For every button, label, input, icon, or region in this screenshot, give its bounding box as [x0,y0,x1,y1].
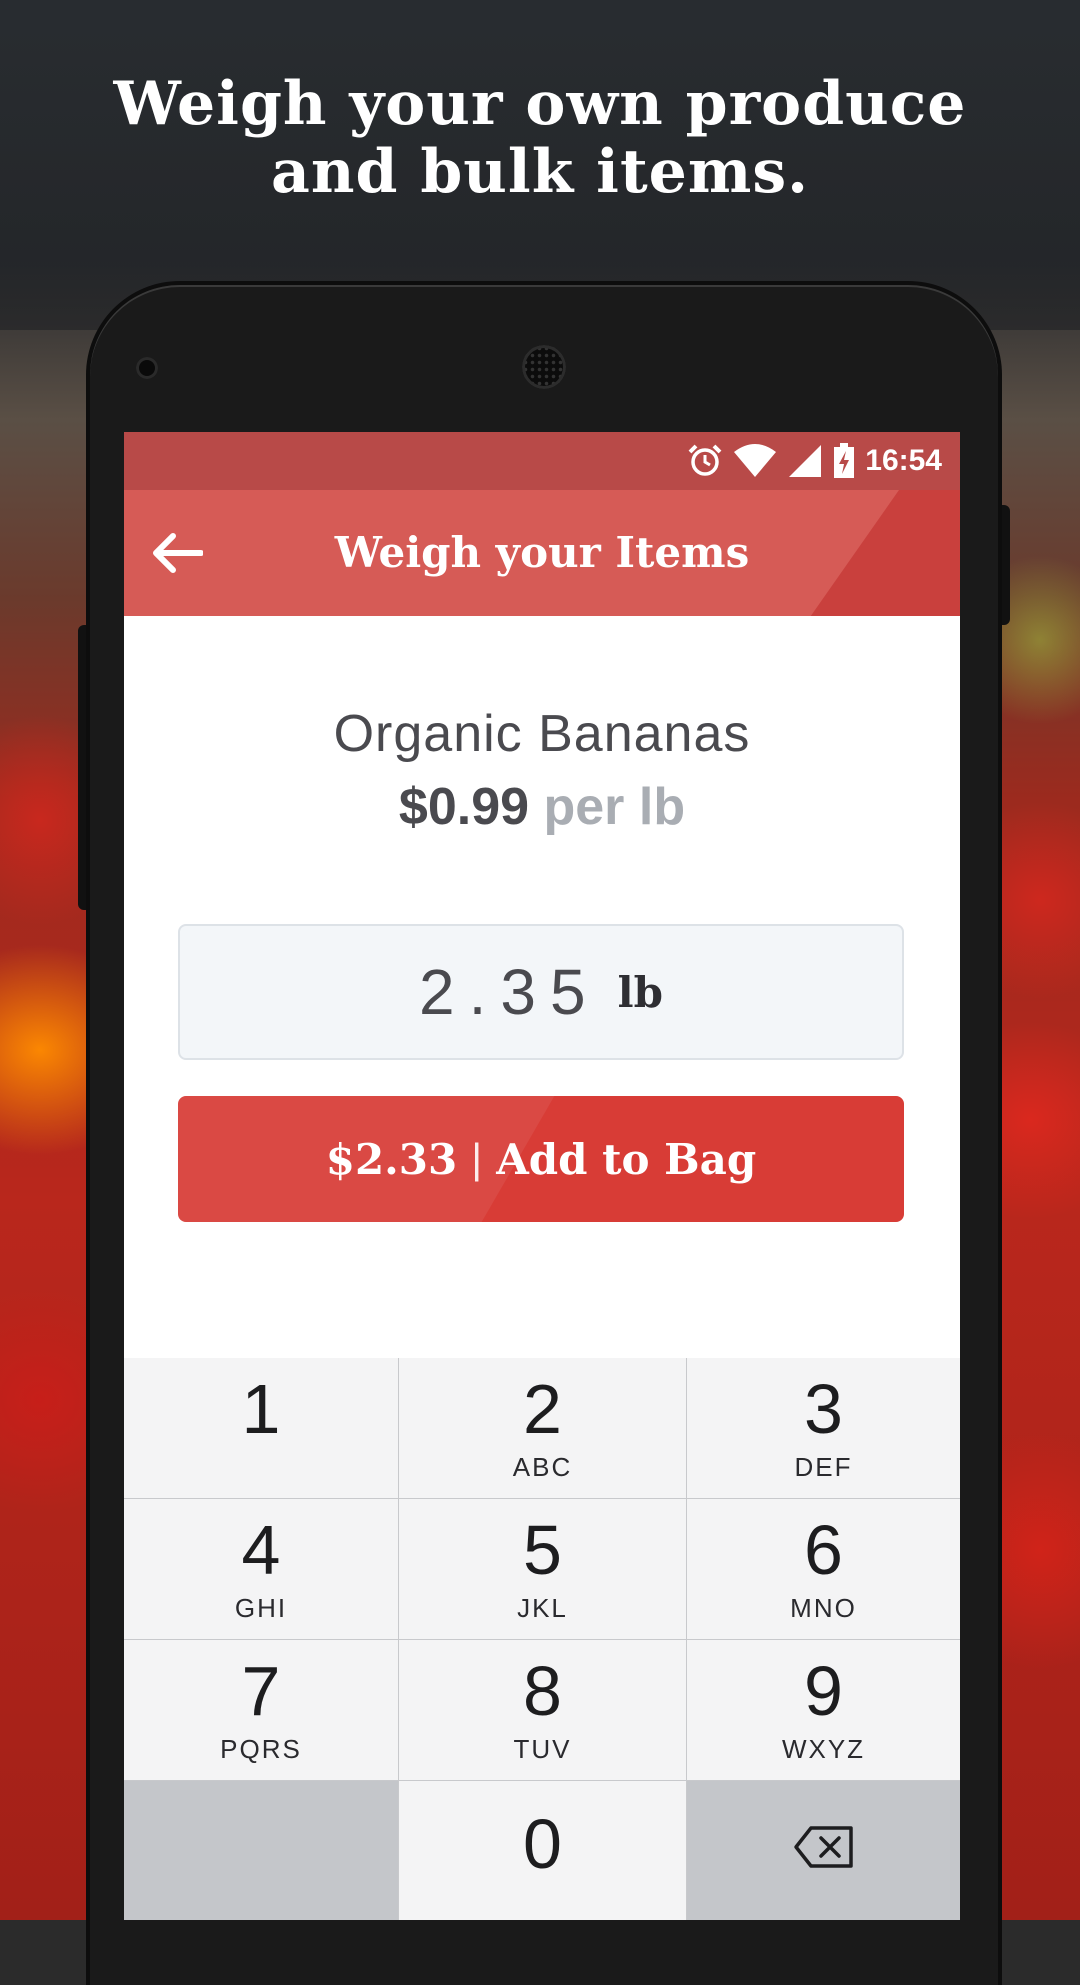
key-1[interactable]: 1 [124,1358,399,1499]
weight-input[interactable]: 2.35 lb [178,924,904,1060]
key-8[interactable]: 8 TUV [399,1640,687,1781]
key-letters: TUV [513,1734,572,1764]
page-title: Weigh your Items [334,528,750,577]
key-6[interactable]: 6 MNO [687,1499,960,1640]
key-number: 4 [241,1511,281,1589]
weight-unit: lb [617,967,663,1017]
key-number: 3 [804,1370,843,1448]
status-time: 16:54 [865,444,942,477]
key-5[interactable]: 5 JKL [399,1499,687,1640]
headline-line-1: Weigh your own produce [113,69,967,139]
key-number: 1 [241,1370,281,1448]
add-to-bag-label: Add to Bag [496,1134,757,1184]
back-arrow-icon [153,533,203,573]
phone-power-button [1000,505,1010,625]
alarm-icon [688,444,722,476]
key-2[interactable]: 2 ABC [399,1358,687,1499]
key-4[interactable]: 4 GHI [124,1499,399,1640]
app-bar: Weigh your Items [124,490,960,616]
button-separator: | [471,1135,483,1182]
key-letters: MNO [790,1593,857,1623]
key-number: 5 [523,1511,562,1589]
headline-line-2: and bulk items. [270,137,809,207]
key-3[interactable]: 3 DEF [687,1358,960,1499]
key-letters: GHI [234,1593,288,1623]
backspace-icon [793,1826,853,1868]
key-letters: ABC [512,1452,573,1482]
key-letters: JKL [517,1593,568,1623]
key-number: 2 [523,1370,562,1448]
phone-screen: 16:54 Weigh your Items Organic Bananas $… [124,432,960,1920]
price-unit: per lb [543,778,686,836]
key-number: 6 [804,1511,843,1589]
earpiece-speaker [522,345,566,389]
key-number: 0 [523,1805,562,1883]
key-7[interactable]: 7 PQRS [124,1640,399,1781]
key-letters: WXYZ [781,1734,866,1764]
status-icons: 16:54 [687,432,942,490]
key-blank [124,1781,399,1920]
key-number: 8 [523,1652,562,1730]
battery-charging-icon [834,443,855,478]
signal-icon [789,445,822,477]
wifi-icon [734,444,777,477]
add-to-bag-button[interactable]: $2.33 | Add to Bag [178,1096,904,1222]
total-price: $2.33 [325,1134,458,1184]
key-0[interactable]: 0 [399,1781,687,1920]
key-9[interactable]: 9 WXYZ [687,1640,960,1781]
key-letters: PQRS [220,1734,302,1764]
headline: Weigh your own produce and bulk items. [0,70,1080,206]
product-price-line: $0.99 per lb [124,777,960,837]
numeric-keypad: 1 2 ABC 3 DEF 4 GHI 5 JKL 6 MNO 7 PQRS 8 [124,1358,960,1920]
product-name: Organic Bananas [333,705,751,763]
front-camera [136,357,158,379]
key-letters: DEF [794,1452,853,1482]
product-price: $0.99 [398,778,530,836]
phone-side-button [78,625,90,910]
back-button[interactable] [144,520,210,586]
status-bar: 16:54 [124,432,960,490]
key-number: 9 [804,1652,843,1730]
key-number: 7 [241,1652,281,1730]
weight-value: 2.35 [419,956,600,1028]
backspace-key[interactable] [687,1781,960,1920]
